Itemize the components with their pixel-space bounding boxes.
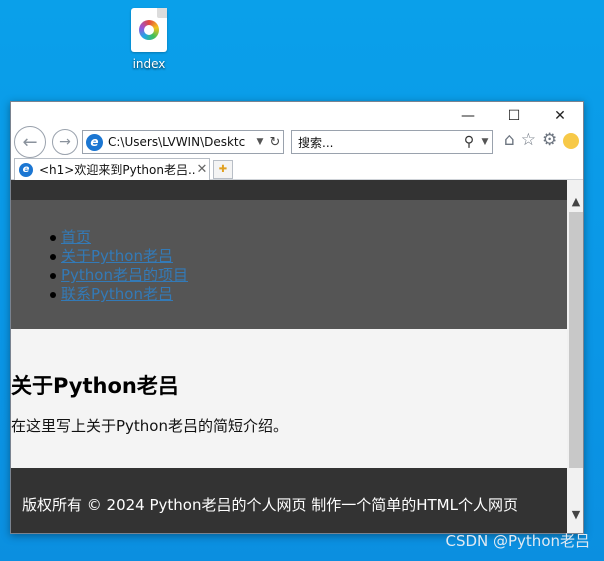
tab-bar: e <h1>欢迎来到Python老吕... ✕ ✚ xyxy=(11,158,583,180)
about-intro: 在这里写上关于Python老吕的简短介绍。 xyxy=(11,417,288,435)
favorites-star-icon[interactable]: ☆ xyxy=(521,130,536,150)
navigation-bar: ← → e C:\Users\LVWIN\Desktc ▼ ↻ 搜索... ⚲ … xyxy=(11,126,583,158)
nav-link-home[interactable]: 首页 xyxy=(50,228,188,247)
tab-active[interactable]: e <h1>欢迎来到Python老吕... ✕ xyxy=(14,158,210,180)
forward-button[interactable]: → xyxy=(52,129,78,155)
ie-window: — ☐ ✕ ← → e C:\Users\LVWIN\Desktc ▼ ↻ 搜索… xyxy=(10,101,584,534)
refresh-icon[interactable]: ↻ xyxy=(267,135,283,150)
ie-page-icon: e xyxy=(86,133,103,151)
home-icon[interactable]: ⌂ xyxy=(504,130,515,150)
page-nav: 首页 关于Python老吕 Python老吕的项目 联系Python老吕 xyxy=(50,228,188,304)
html-file-icon xyxy=(131,8,167,52)
scroll-up-icon[interactable]: ▲ xyxy=(567,192,583,210)
tab-ie-icon: e xyxy=(19,162,33,177)
search-icon[interactable]: ⚲ xyxy=(460,134,478,150)
tab-close-icon[interactable]: ✕ xyxy=(195,162,209,177)
address-bar[interactable]: e C:\Users\LVWIN\Desktc ▼ ↻ xyxy=(82,130,284,154)
search-box[interactable]: 搜索... ⚲ ▼ xyxy=(291,130,493,154)
scroll-thumb[interactable] xyxy=(569,212,583,468)
page-header: 首页 关于Python老吕 Python老吕的项目 联系Python老吕 xyxy=(11,180,567,329)
address-text[interactable]: C:\Users\LVWIN\Desktc xyxy=(108,135,253,149)
desktop-icon-label: index xyxy=(132,57,166,71)
page-footer: 版权所有 © 2024 Python老吕的个人网页 制作一个简单的HTML个人网… xyxy=(11,468,567,533)
desktop-file-index[interactable]: index xyxy=(124,8,174,71)
nav-link-projects[interactable]: Python老吕的项目 xyxy=(50,266,188,285)
feedback-smiley-icon[interactable] xyxy=(563,133,580,149)
page-viewport: 首页 关于Python老吕 Python老吕的项目 联系Python老吕 关于P… xyxy=(11,180,567,533)
back-arrow-icon: ← xyxy=(22,131,38,153)
search-input[interactable]: 搜索... xyxy=(298,134,460,151)
toolbar-icons: ⌂ ☆ ⚙ xyxy=(504,130,580,150)
nav-link-contact[interactable]: 联系Python老吕 xyxy=(50,285,188,304)
search-dropdown-icon[interactable]: ▼ xyxy=(478,137,492,147)
gear-icon[interactable]: ⚙ xyxy=(542,130,557,150)
tab-title: <h1>欢迎来到Python老吕... xyxy=(39,163,195,177)
back-button[interactable]: ← xyxy=(14,126,46,158)
nav-link-about[interactable]: 关于Python老吕 xyxy=(50,247,188,266)
page-main: 关于Python老吕 在这里写上关于Python老吕的简短介绍。 xyxy=(11,370,567,436)
new-tab-icon: ✚ xyxy=(218,164,228,175)
about-heading: 关于Python老吕 xyxy=(11,374,179,398)
scroll-down-icon[interactable]: ▼ xyxy=(567,505,583,523)
new-tab-button[interactable]: ✚ xyxy=(213,160,233,179)
vertical-scrollbar[interactable]: ▲ ▼ xyxy=(567,180,583,533)
forward-arrow-icon: → xyxy=(59,134,71,150)
watermark: CSDN @Python老吕 xyxy=(445,532,590,550)
address-dropdown-icon[interactable]: ▼ xyxy=(253,137,267,147)
